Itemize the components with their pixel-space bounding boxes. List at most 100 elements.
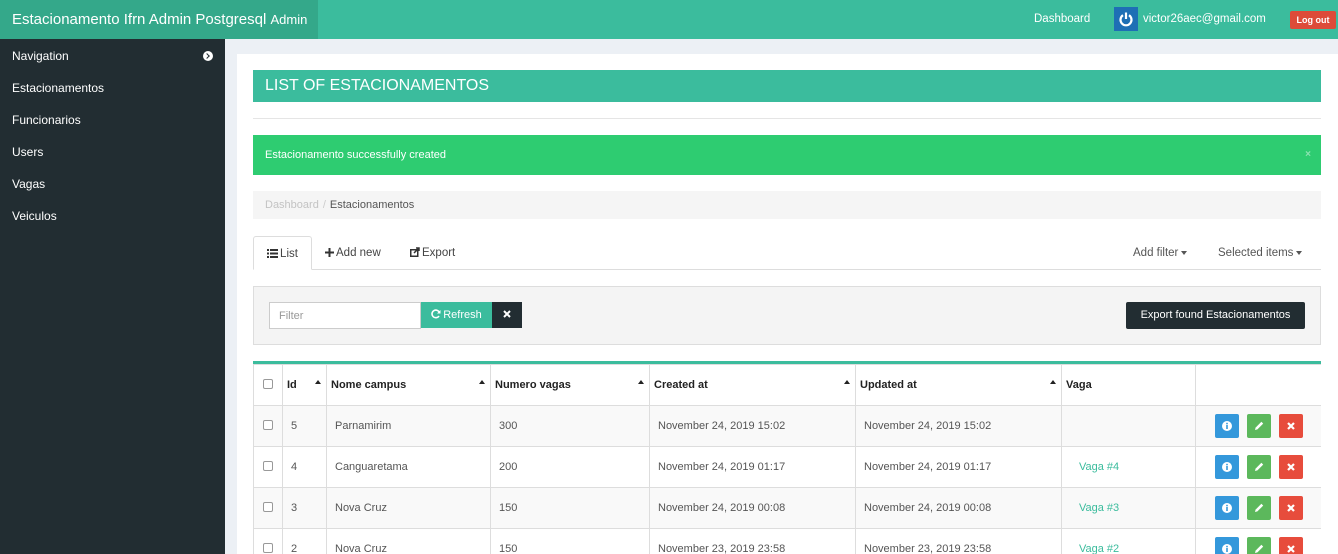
- edit-button[interactable]: [1246, 455, 1271, 479]
- vaga-link[interactable]: Vaga #3: [1079, 502, 1119, 514]
- column-label: Updated at: [860, 379, 917, 391]
- sidebar-item-label: Veiculos: [12, 209, 57, 223]
- cell-updated-at: November 24, 2019 00:08: [855, 487, 1062, 529]
- table-row: 5 Parnamirim 300 November 24, 2019 15:02…: [253, 405, 1321, 447]
- dashboard-link[interactable]: Dashboard: [1034, 0, 1090, 39]
- sidebar-item-label: Funcionarios: [12, 113, 81, 127]
- show-button[interactable]: [1214, 455, 1239, 479]
- breadcrumb-dashboard[interactable]: Dashboard: [265, 199, 319, 211]
- row-checkbox-cell[interactable]: [253, 487, 283, 529]
- sidebar-item-estacionamentos[interactable]: Estacionamentos: [0, 72, 225, 104]
- brand-title: Estacionamento Ifrn Admin Postgresql: [12, 11, 267, 28]
- close-icon: [1286, 504, 1295, 512]
- info-icon: [1221, 462, 1232, 472]
- column-header-updated-at[interactable]: Updated at: [855, 364, 1062, 406]
- cell-created-at: November 24, 2019 00:08: [649, 487, 856, 529]
- user-menu[interactable]: victor26aec@gmail.com: [1114, 7, 1266, 31]
- vaga-link[interactable]: Vaga #2: [1079, 543, 1119, 554]
- column-label: Created at: [654, 379, 708, 391]
- user-email: victor26aec@gmail.com: [1143, 13, 1266, 25]
- row-checkbox-cell[interactable]: [253, 446, 283, 488]
- table-row: 4 Canguaretama 200 November 24, 2019 01:…: [253, 446, 1321, 488]
- pencil-icon: [1254, 544, 1263, 553]
- cell-id: 4: [282, 446, 327, 488]
- column-label: Nome campus: [331, 379, 407, 391]
- breadcrumb-current: Estacionamentos: [329, 199, 415, 211]
- logout-button[interactable]: Log out: [1290, 11, 1336, 29]
- cell-nome-campus: Canguaretama: [326, 446, 491, 488]
- refresh-icon: [431, 309, 441, 319]
- vaga-link[interactable]: Vaga #4: [1079, 461, 1119, 473]
- power-icon: [1114, 7, 1138, 31]
- dropdown-label: Selected items: [1218, 247, 1294, 259]
- delete-button[interactable]: [1278, 414, 1303, 438]
- tab-add-new[interactable]: Add new: [325, 236, 381, 270]
- checkbox[interactable]: [263, 542, 273, 553]
- cell-numero-vagas: 150: [490, 487, 650, 529]
- top-navbar: Estacionamento Ifrn Admin Postgresql Adm…: [0, 0, 1338, 39]
- checkbox[interactable]: [263, 378, 273, 389]
- sidebar-item-navigation[interactable]: Navigation: [0, 40, 225, 72]
- page-title: LIST OF ESTACIONAMENTOS: [253, 70, 1321, 102]
- cell-numero-vagas: 200: [490, 446, 650, 488]
- sidebar-item-vagas[interactable]: Vagas: [0, 168, 225, 200]
- delete-button[interactable]: [1278, 537, 1303, 554]
- close-icon[interactable]: ×: [1305, 135, 1311, 175]
- edit-button[interactable]: [1246, 537, 1271, 554]
- delete-button[interactable]: [1278, 455, 1303, 479]
- cell-id: 3: [282, 487, 327, 529]
- table-row: 2 Nova Cruz 150 November 23, 2019 23:58 …: [253, 528, 1321, 554]
- column-header-id[interactable]: Id: [282, 364, 327, 406]
- pencil-icon: [1254, 421, 1263, 430]
- selected-items-dropdown[interactable]: Selected items: [1218, 236, 1303, 270]
- edit-button[interactable]: [1246, 496, 1271, 520]
- delete-button[interactable]: [1278, 496, 1303, 520]
- checkbox[interactable]: [263, 460, 273, 471]
- checkbox[interactable]: [263, 419, 273, 430]
- row-checkbox-cell[interactable]: [253, 405, 283, 447]
- close-icon: [1286, 545, 1295, 553]
- cell-nome-campus: Nova Cruz: [326, 487, 491, 529]
- sidebar-item-label: Estacionamentos: [12, 81, 105, 95]
- filter-input[interactable]: [269, 302, 421, 329]
- show-button[interactable]: [1214, 414, 1239, 438]
- checkbox[interactable]: [263, 501, 273, 512]
- sidebar-item-veiculos[interactable]: Veiculos: [0, 200, 225, 232]
- row-checkbox-cell[interactable]: [253, 528, 283, 554]
- column-label: Numero vagas: [495, 379, 571, 391]
- select-all-checkbox[interactable]: [253, 364, 283, 406]
- show-button[interactable]: [1214, 496, 1239, 520]
- cell-updated-at: November 24, 2019 15:02: [855, 405, 1062, 447]
- button-label: Refresh: [443, 309, 482, 321]
- cell-numero-vagas: 300: [490, 405, 650, 447]
- export-found-button[interactable]: Export found Estacionamentos: [1126, 302, 1305, 329]
- refresh-button[interactable]: Refresh: [421, 302, 492, 328]
- column-header-nome-campus[interactable]: Nome campus: [326, 364, 491, 406]
- cell-nome-campus: Nova Cruz: [326, 528, 491, 554]
- breadcrumb-separator: /: [322, 199, 326, 211]
- cell-numero-vagas: 150: [490, 528, 650, 554]
- dropdown-label: Add filter: [1133, 247, 1179, 259]
- column-label: Id: [287, 379, 297, 391]
- sidebar-item-users[interactable]: Users: [0, 136, 225, 168]
- add-filter-dropdown[interactable]: Add filter: [1133, 236, 1188, 270]
- cell-vaga: [1061, 405, 1196, 447]
- caret-down-icon: [1296, 250, 1303, 255]
- cell-created-at: November 24, 2019 01:17: [649, 446, 856, 488]
- table-row: 3 Nova Cruz 150 November 24, 2019 00:08 …: [253, 487, 1321, 529]
- column-header-created-at[interactable]: Created at: [649, 364, 856, 406]
- clear-filter-button[interactable]: [492, 302, 522, 328]
- column-header-numero-vagas[interactable]: Numero vagas: [490, 364, 650, 406]
- sidebar-item-funcionarios[interactable]: Funcionarios: [0, 104, 225, 136]
- tab-label: Export: [422, 247, 456, 259]
- app-brand[interactable]: Estacionamento Ifrn Admin Postgresql Adm…: [0, 0, 318, 39]
- tab-export[interactable]: Export: [410, 236, 455, 270]
- cell-created-at: November 23, 2019 23:58: [649, 528, 856, 554]
- show-button[interactable]: [1214, 537, 1239, 554]
- tab-list[interactable]: List: [253, 236, 312, 270]
- pencil-icon: [1254, 503, 1263, 512]
- cell-created-at: November 24, 2019 15:02: [649, 405, 856, 447]
- sidebar: Navigation Estacionamentos Funcionarios …: [0, 39, 225, 554]
- edit-button[interactable]: [1246, 414, 1271, 438]
- brand-subtitle: Admin: [270, 12, 308, 27]
